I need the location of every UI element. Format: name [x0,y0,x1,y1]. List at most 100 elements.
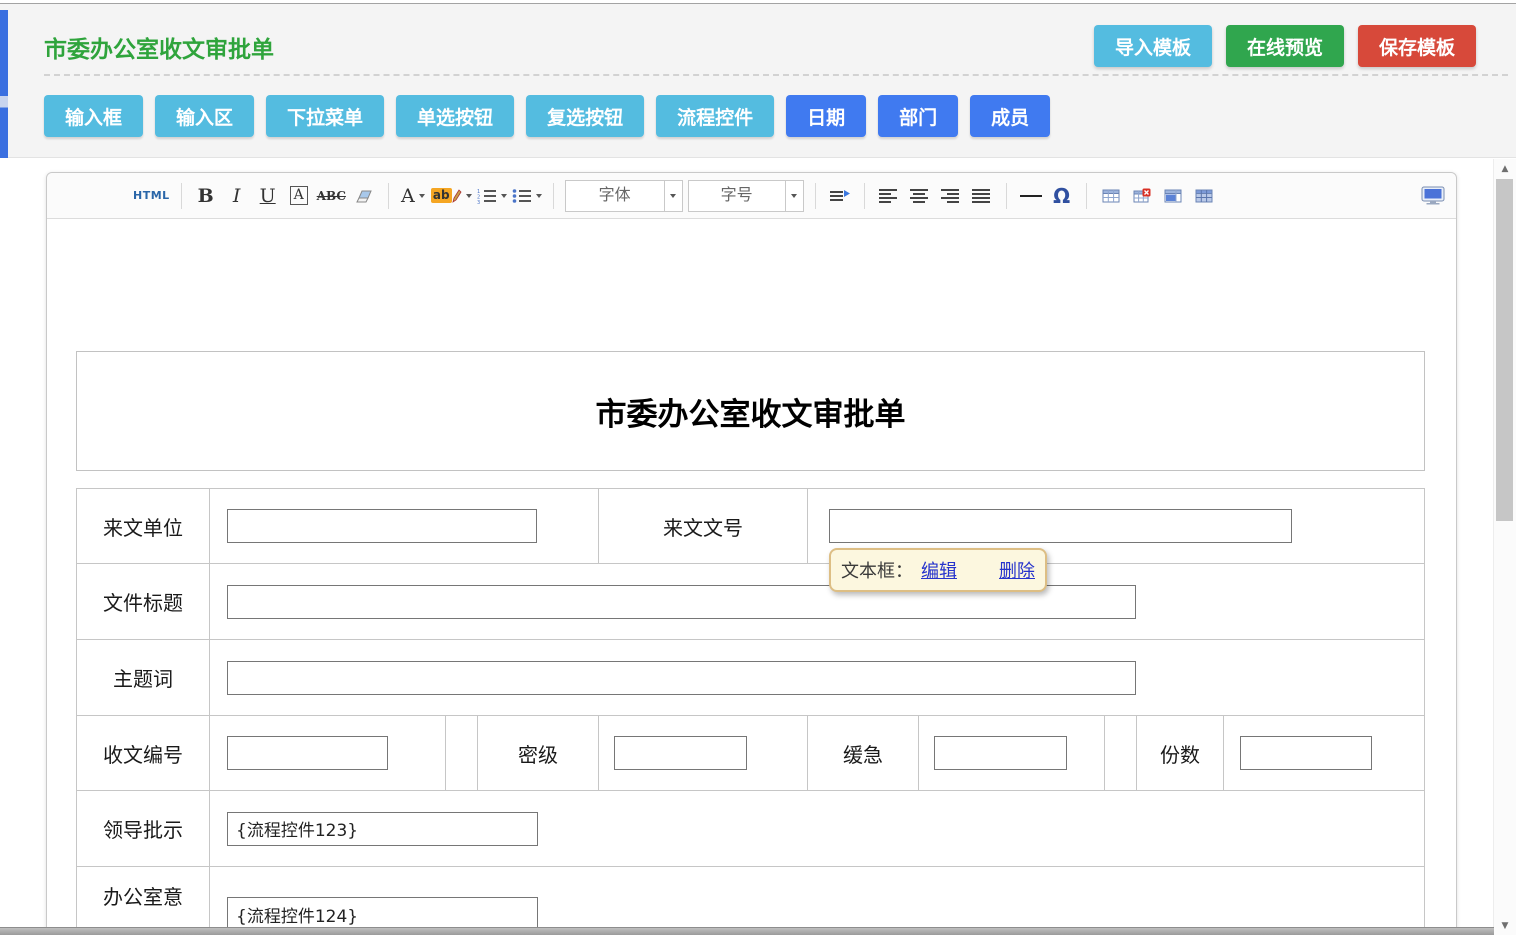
add-checkbox-button[interactable]: 复选按钮 [526,95,644,137]
cell-urgency [919,716,1105,791]
chevron-down-icon [501,194,507,198]
remove-format-button[interactable] [351,181,377,211]
editor-content[interactable]: 市委办公室收文审批单 来文单位 来文文号 文件标题 主题词 [47,219,1456,935]
page-title: 市委办公室收文审批单 [44,30,274,64]
highlight-icon: ab [431,188,452,203]
urgency-input[interactable] [934,736,1067,770]
indent-icon [830,188,850,204]
header: 市委办公室收文审批单 导入模板 在线预览 保存模板 输入框 输入区 下拉菜单 单… [0,4,1516,158]
font-size-select[interactable]: 字号 [688,180,804,212]
leader-instructions-input[interactable] [227,812,538,846]
highlight-color-button[interactable]: ab [431,181,472,211]
add-department-button[interactable]: 部门 [878,95,958,137]
eraser-icon [353,188,375,204]
align-center-icon [910,188,930,204]
label-urgency: 缓急 [808,716,919,791]
add-member-button[interactable]: 成员 [970,95,1050,137]
form-table: 来文单位 来文文号 文件标题 主题词 收文编号 [76,488,1425,935]
scroll-up-arrow[interactable]: ▲ [1494,164,1516,174]
secrecy-level-input[interactable] [614,736,747,770]
window-bottom-edge [0,927,1494,935]
cell-file-title [210,564,1424,640]
cell-incoming-unit [210,489,599,564]
add-radio-button[interactable]: 单选按钮 [396,95,514,137]
copies-input[interactable] [1240,736,1372,770]
add-date-button[interactable]: 日期 [786,95,866,137]
monitor-icon [1421,186,1445,205]
vertical-scrollbar[interactable]: ▲ ▼ [1493,159,1516,935]
spacer-cell [1105,716,1137,791]
scroll-down-arrow[interactable]: ▼ [1494,921,1516,931]
html-source-button[interactable]: HTML [133,181,170,211]
align-left-button[interactable] [876,181,902,211]
online-preview-button[interactable]: 在线预览 [1226,25,1344,67]
label-document-number: 来文文号 [599,489,808,564]
add-dropdown-button[interactable]: 下拉菜单 [266,95,384,137]
receipt-number-input[interactable] [227,736,388,770]
incoming-unit-input[interactable] [227,509,537,543]
insert-table-button[interactable] [1098,181,1124,211]
align-justify-button[interactable] [969,181,995,211]
table-cells-button[interactable] [1191,181,1217,211]
document-title-box: 市委办公室收文审批单 [76,351,1425,471]
align-center-button[interactable] [907,181,933,211]
hr-icon [1020,195,1042,197]
quick-style-button[interactable]: A [286,181,312,211]
toolbar-separator [815,183,816,209]
save-template-button[interactable]: 保存模板 [1358,25,1476,67]
office-opinion-input[interactable] [227,897,538,931]
template-buttons: 导入模板 在线预览 保存模板 [1094,25,1476,67]
delete-table-icon [1133,188,1151,204]
add-input-area-button[interactable]: 输入区 [155,95,254,137]
font-family-select[interactable]: 字体 [565,180,683,212]
align-left-icon [879,188,899,204]
cell-copies [1224,716,1424,791]
delete-table-button[interactable] [1129,181,1155,211]
italic-button[interactable]: I [224,181,250,211]
subject-words-input[interactable] [227,661,1136,695]
tooltip-label: 文本框： [841,557,913,583]
ordered-list-icon: 1 2 3 [477,188,497,204]
delete-control-link[interactable]: 删除 [999,557,1035,583]
spacer-cell [446,716,478,791]
import-template-button[interactable]: 导入模板 [1094,25,1212,67]
font-color-button[interactable]: A [400,181,426,211]
bold-button[interactable]: B [193,181,219,211]
ordered-list-button[interactable]: 1 2 3 [477,181,507,211]
special-char-button[interactable]: Ω [1049,181,1075,211]
label-secrecy-level: 密级 [478,716,599,791]
table-cells-icon [1195,188,1213,204]
chevron-down-icon [419,194,425,198]
label-file-title: 文件标题 [77,564,210,640]
toolbar-separator [1086,183,1087,209]
label-copies: 份数 [1137,716,1224,791]
align-right-button[interactable] [938,181,964,211]
scrollbar-thumb[interactable] [1496,179,1513,521]
label-office-opinion: 办公室意 [77,867,210,935]
horizontal-rule-button[interactable] [1018,181,1044,211]
cell-office-opinion [210,867,1424,935]
label-subject-words: 主题词 [77,640,210,716]
document-number-input[interactable] [829,509,1292,543]
toolbar-separator [388,183,389,209]
chevron-down-icon [791,194,797,198]
merge-cells-button[interactable] [1160,181,1186,211]
rich-text-editor: HTML B I U A ABC A ab [46,172,1457,935]
add-input-box-button[interactable]: 输入框 [44,95,143,137]
strikethrough-button[interactable]: ABC [317,181,346,211]
fullscreen-button[interactable] [1420,181,1446,211]
dashed-divider [44,74,1508,76]
svg-text:3: 3 [477,200,480,204]
add-flow-control-button[interactable]: 流程控件 [656,95,774,137]
align-justify-icon [972,188,992,204]
toolbar-separator [864,183,865,209]
table-icon [1102,188,1120,204]
indent-button[interactable] [827,181,853,211]
control-tooltip: 文本框： 编辑 删除 [829,548,1047,592]
underline-button[interactable]: U [255,181,281,211]
edit-control-link[interactable]: 编辑 [921,557,957,583]
unordered-list-button[interactable] [512,181,542,211]
align-right-icon [941,188,961,204]
editor-toolbar: HTML B I U A ABC A ab [47,173,1456,219]
cell-secrecy-level [599,716,808,791]
